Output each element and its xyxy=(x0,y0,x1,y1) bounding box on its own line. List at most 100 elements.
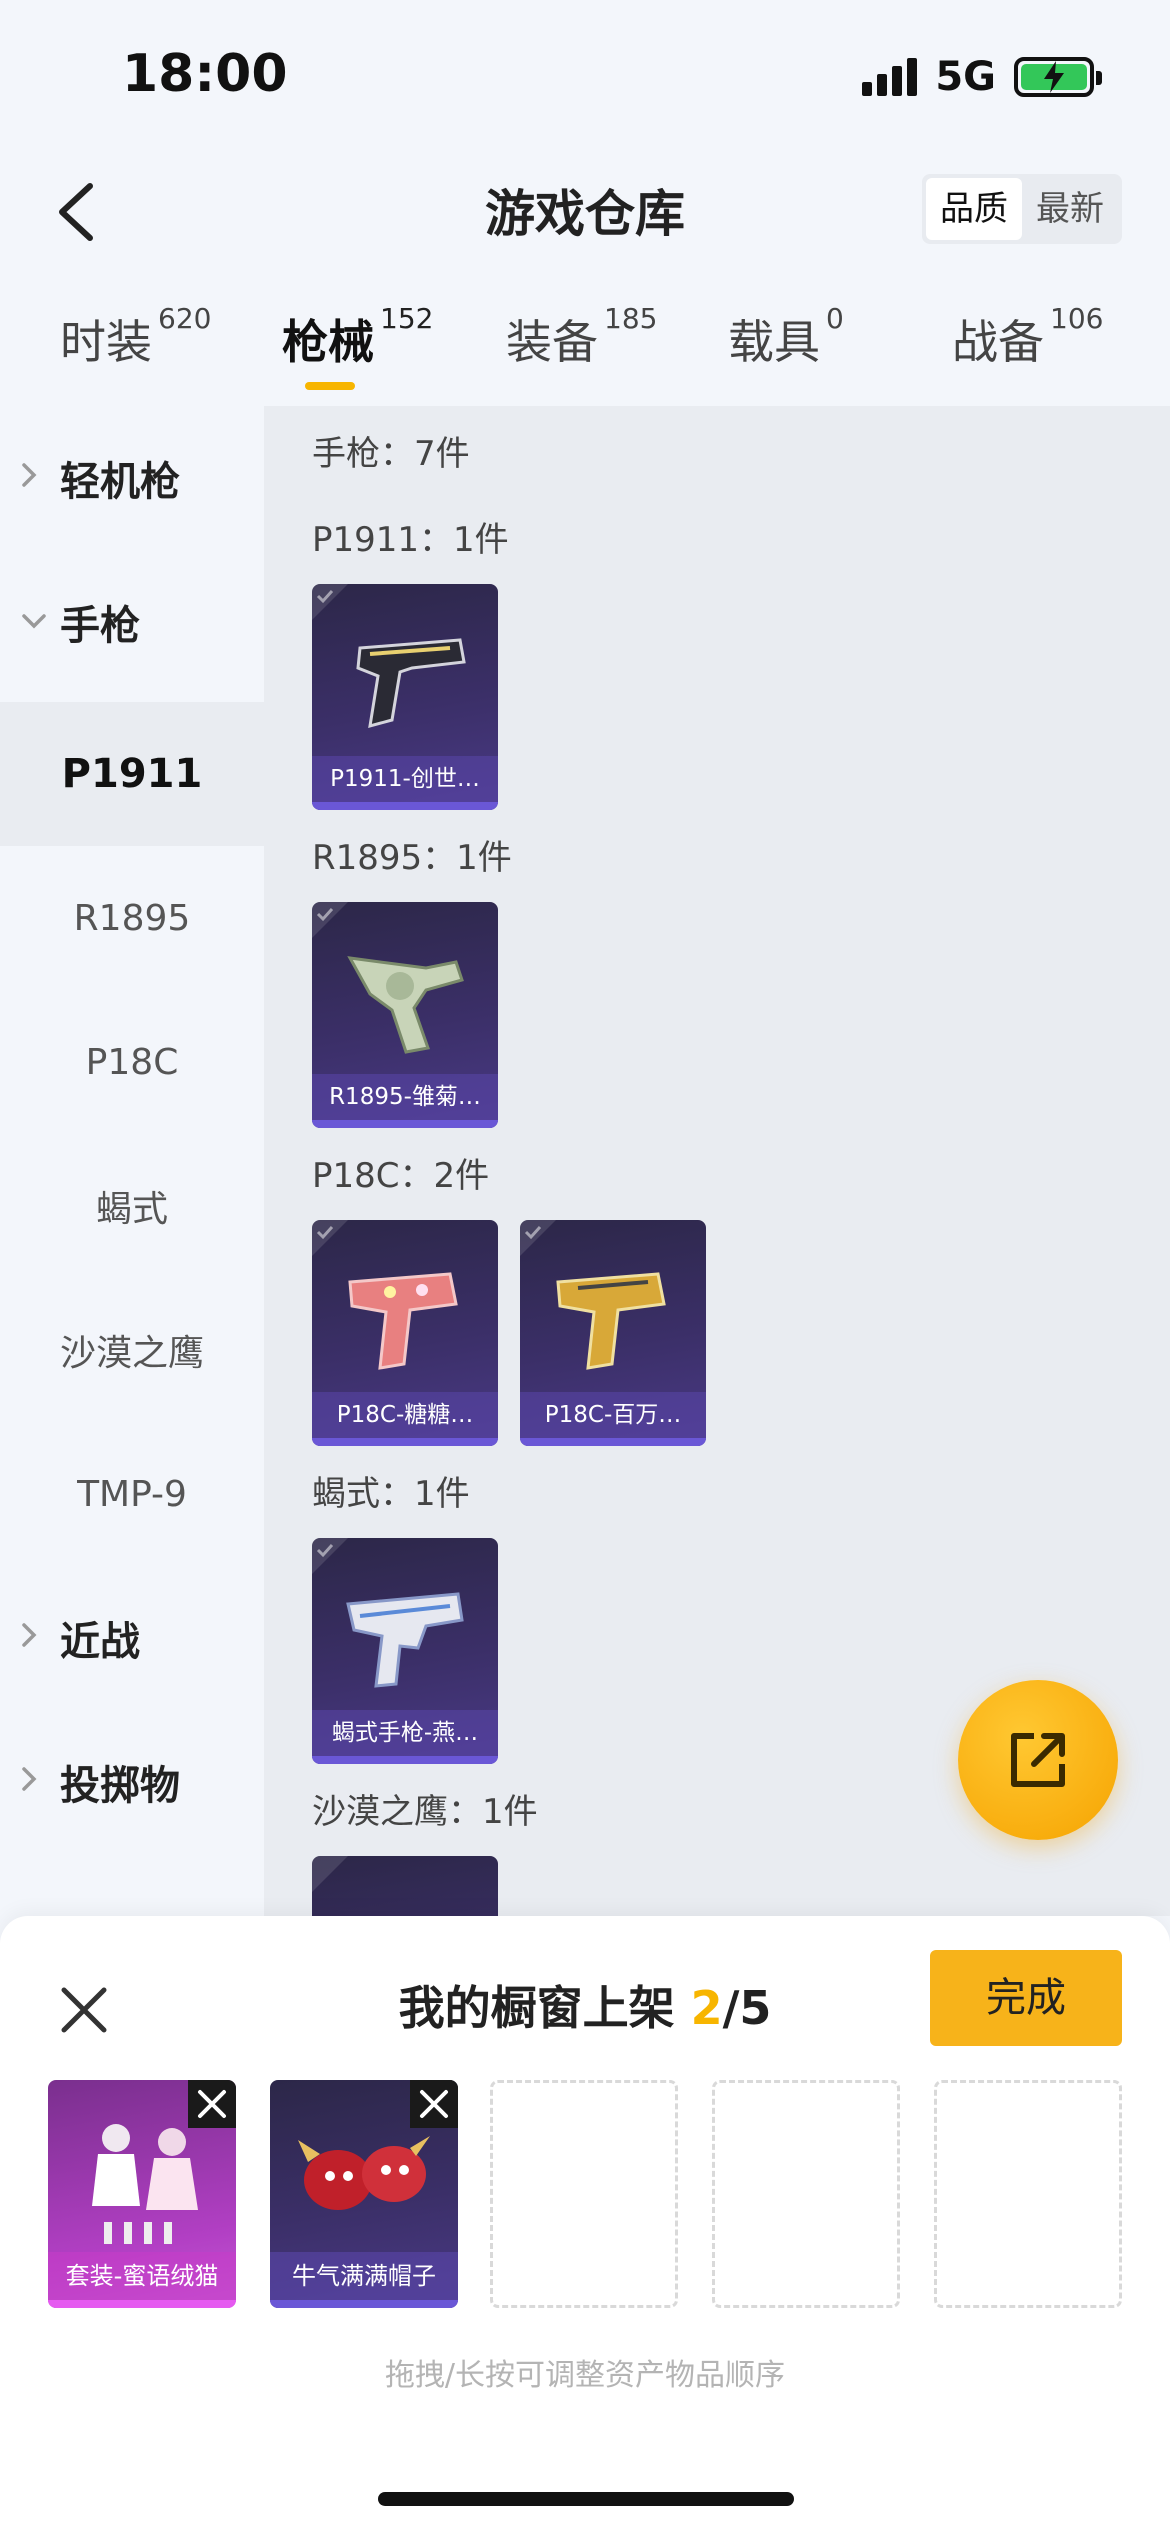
sidebar: 轻机枪 手枪 P1911 R1895 P18C 蝎式 沙漠之鹰 TMP-9 近战… xyxy=(0,406,264,1916)
section-title: 蝎式：1件 xyxy=(312,1474,470,1514)
tab-label: 时装 xyxy=(60,315,152,369)
tab-vehicles[interactable]: 载具 0 xyxy=(728,302,844,386)
tab-count: 106 xyxy=(1050,302,1104,335)
remove-button[interactable] xyxy=(410,2080,458,2128)
item-card[interactable] xyxy=(312,1856,498,1916)
sidebar-item-label: 轻机枪 xyxy=(60,459,180,505)
showcase-total: /5 xyxy=(722,1981,772,2035)
tab-fashion[interactable]: 时装 620 xyxy=(60,302,211,386)
rarity-bar xyxy=(48,2300,236,2308)
category-tabs: 时装 620 枪械 152 装备 185 载具 0 战备 106 xyxy=(0,296,1170,406)
tab-firearms[interactable]: 枪械 152 xyxy=(282,302,433,386)
item-card[interactable]: 蝎式手枪-燕… xyxy=(312,1538,498,1764)
chevron-right-icon xyxy=(22,463,37,487)
close-icon xyxy=(198,2090,226,2118)
sidebar-item-desert-eagle[interactable]: 沙漠之鹰 xyxy=(0,1278,264,1422)
sort-toggle: 品质 最新 xyxy=(922,174,1122,244)
check-icon xyxy=(312,1856,348,1892)
tab-label: 载具 xyxy=(728,315,820,369)
item-card-label: P1911-创世… xyxy=(312,756,498,802)
tab-equipment[interactable]: 装备 185 xyxy=(506,302,657,386)
rarity-bar xyxy=(312,1438,498,1446)
tab-label: 装备 xyxy=(506,315,598,369)
item-card-label: P18C-糖糖… xyxy=(312,1392,498,1438)
sidebar-item-pistol[interactable]: 手枪 xyxy=(0,550,264,694)
share-button[interactable] xyxy=(958,1680,1118,1840)
sidebar-item-label: P18C xyxy=(85,1041,179,1083)
sidebar-item-scorpion[interactable]: 蝎式 xyxy=(0,1134,264,1278)
sidebar-item-p18c[interactable]: P18C xyxy=(0,990,264,1134)
section-title: 沙漠之鹰：1件 xyxy=(312,1792,538,1832)
hat-icon xyxy=(298,2136,430,2210)
sidebar-item-label: 投掷物 xyxy=(60,1763,180,1809)
smg-icon xyxy=(346,1592,464,1688)
sort-option-quality[interactable]: 品质 xyxy=(926,178,1022,240)
rarity-bar xyxy=(312,1756,498,1764)
sidebar-item-tmp9[interactable]: TMP-9 xyxy=(0,1422,264,1566)
showcase-sheet: 我的橱窗上架 2/5 完成 套装-蜜语绒猫 牛气满满帽子 拖拽/长按可调整资产物… xyxy=(0,1916,1170,2532)
section-title: P18C：2件 xyxy=(312,1156,490,1196)
reorder-hint: 拖拽/长按可调整资产物品顺序 xyxy=(384,2358,786,2393)
share-icon xyxy=(1011,1733,1065,1787)
empty-slot[interactable] xyxy=(934,2080,1122,2308)
sidebar-item-melee[interactable]: 近战 xyxy=(0,1566,264,1710)
showcase-count: 2 xyxy=(690,1981,723,2035)
signal-icon xyxy=(862,58,918,96)
item-card[interactable]: R1895-雏菊… xyxy=(312,902,498,1128)
close-icon xyxy=(420,2090,448,2118)
rarity-bar xyxy=(270,2300,458,2308)
item-card[interactable]: P18C-糖糖… xyxy=(312,1220,498,1446)
tab-label: 战备 xyxy=(952,315,1044,369)
chevron-down-icon xyxy=(22,614,46,629)
remove-button[interactable] xyxy=(188,2080,236,2128)
sidebar-item-label: P1911 xyxy=(61,751,203,797)
done-button[interactable]: 完成 xyxy=(930,1950,1122,2046)
home-indicator xyxy=(378,2492,794,2506)
tab-count: 185 xyxy=(604,302,658,335)
network-label: 5G xyxy=(935,54,996,100)
rarity-bar xyxy=(312,1120,498,1128)
tab-count: 0 xyxy=(826,302,844,335)
pistol-icon xyxy=(348,1272,458,1370)
active-tab-indicator xyxy=(305,382,355,390)
sort-option-latest[interactable]: 最新 xyxy=(1022,178,1118,240)
item-card-label: R1895-雏菊… xyxy=(312,1074,498,1120)
pistol-icon xyxy=(556,1272,666,1370)
rarity-bar xyxy=(312,802,498,810)
status-icons: 5G xyxy=(862,52,1102,102)
section-title: P1911：1件 xyxy=(312,520,509,560)
slot-label: 牛气满满帽子 xyxy=(270,2252,458,2300)
status-time: 18:00 xyxy=(122,44,288,104)
sidebar-item-label: 近战 xyxy=(60,1619,140,1665)
sidebar-item-label: 沙漠之鹰 xyxy=(59,1333,204,1374)
chevron-right-icon xyxy=(22,1623,37,1647)
sidebar-item-label: 蝎式 xyxy=(95,1189,168,1230)
sidebar-item-throwables[interactable]: 投掷物 xyxy=(0,1710,264,1854)
tab-count: 620 xyxy=(158,302,212,335)
rarity-bar xyxy=(520,1438,706,1446)
item-card-label: 蝎式手枪-燕… xyxy=(312,1710,498,1756)
battery-icon xyxy=(1014,57,1102,97)
section-title: R1895：1件 xyxy=(312,838,512,878)
tab-count: 152 xyxy=(380,302,434,335)
sheet-title-text: 我的橱窗上架 xyxy=(398,1981,691,2035)
sidebar-item-light-machine-gun[interactable]: 轻机枪 xyxy=(0,406,264,550)
slot-label: 套装-蜜语绒猫 xyxy=(48,2252,236,2300)
tab-label: 枪械 xyxy=(282,315,374,369)
sidebar-item-label: R1895 xyxy=(73,897,191,939)
empty-slot[interactable] xyxy=(490,2080,678,2308)
outfit-icon xyxy=(92,2124,198,2244)
item-card[interactable]: P1911-创世… xyxy=(312,584,498,810)
item-card[interactable]: P18C-百万… xyxy=(520,1220,706,1446)
showcase-slot[interactable]: 牛气满满帽子 xyxy=(270,2080,458,2308)
sidebar-item-label: 手枪 xyxy=(60,603,140,649)
sidebar-item-r1895[interactable]: R1895 xyxy=(0,846,264,990)
empty-slot[interactable] xyxy=(712,2080,900,2308)
tab-combat-supplies[interactable]: 战备 106 xyxy=(952,302,1103,386)
pistol-icon xyxy=(356,638,466,729)
chevron-right-icon xyxy=(22,1767,37,1791)
category-header: 手枪：7件 xyxy=(312,434,470,474)
showcase-slot[interactable]: 套装-蜜语绒猫 xyxy=(48,2080,236,2308)
sidebar-item-p1911[interactable]: P1911 xyxy=(0,702,264,846)
sidebar-item-label: TMP-9 xyxy=(77,1473,187,1515)
